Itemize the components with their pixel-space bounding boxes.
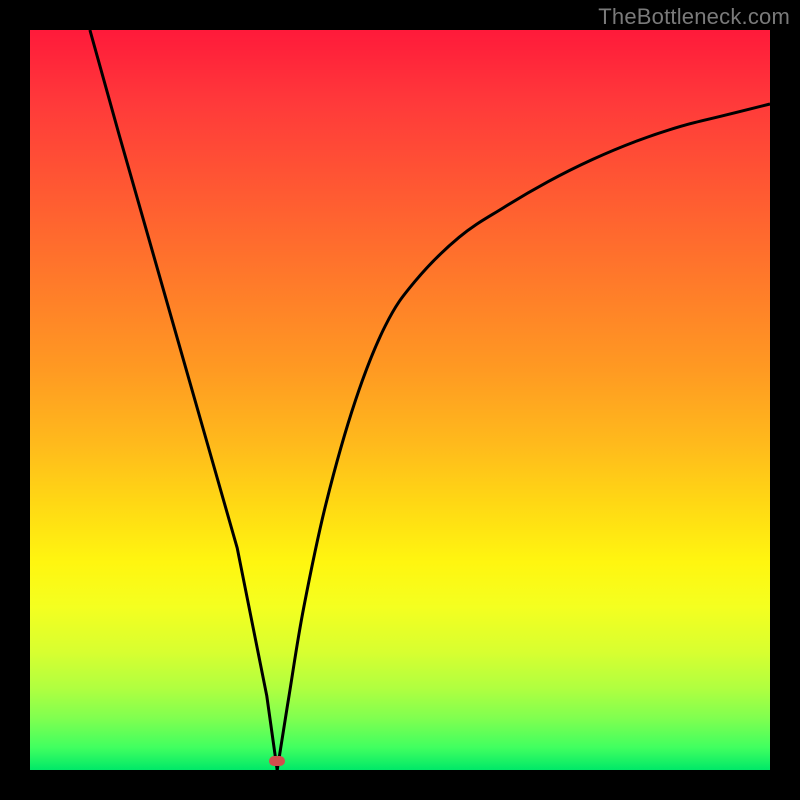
- curve-right-branch: [277, 104, 770, 770]
- plot-area: [30, 30, 770, 770]
- bottleneck-curve: [30, 30, 770, 770]
- watermark-text: TheBottleneck.com: [598, 4, 790, 30]
- optimal-point-marker: [269, 756, 285, 766]
- chart-frame: TheBottleneck.com: [0, 0, 800, 800]
- curve-left-branch: [90, 30, 277, 770]
